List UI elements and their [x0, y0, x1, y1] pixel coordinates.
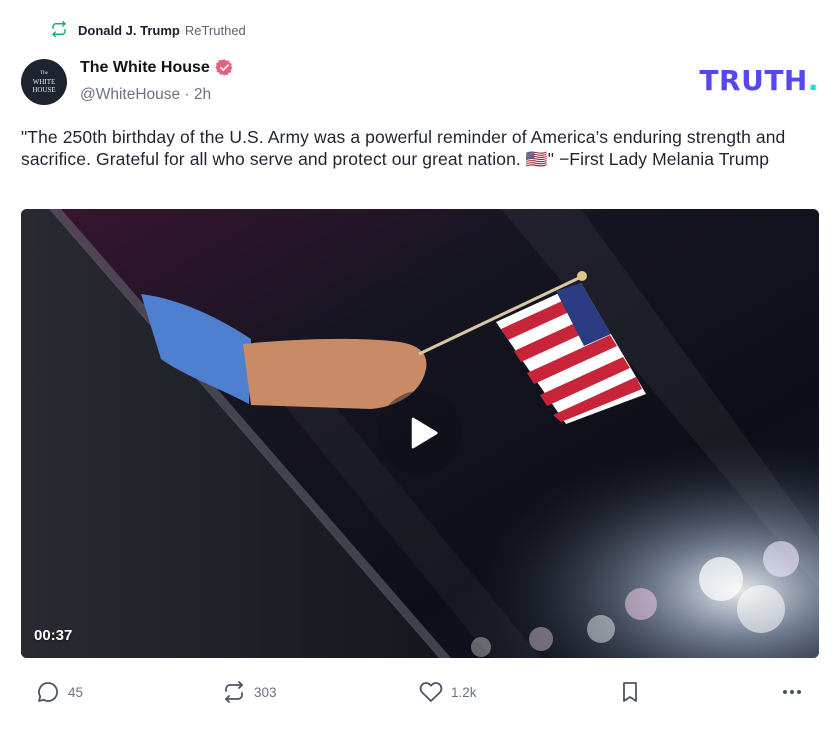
retruth-header: Donald J. Trump ReTruthed — [50, 19, 246, 41]
comment-icon — [38, 682, 58, 702]
play-button[interactable] — [378, 391, 462, 475]
retruth-button[interactable]: 303 — [222, 676, 277, 708]
like-count: 1.2k — [451, 684, 477, 700]
author-handle-time[interactable]: @WhiteHouse · 2h — [80, 86, 211, 104]
more-options-button[interactable] — [780, 676, 804, 708]
avatar-text-line: WHITE — [32, 78, 56, 86]
reply-button[interactable]: 45 — [36, 676, 83, 708]
truth-logo[interactable]: TRUTH. — [699, 64, 819, 97]
video-duration: 00:37 — [34, 627, 73, 644]
retruth-icon — [50, 20, 68, 41]
like-button[interactable]: 1.2k — [419, 676, 477, 708]
avatar-text-line: HOUSE — [32, 86, 56, 94]
retruth-label: ReTruthed — [184, 22, 246, 38]
retruth-icon — [225, 681, 243, 703]
play-icon — [411, 417, 438, 449]
truth-logo-text: TRUTH — [699, 64, 808, 97]
bookmark-icon — [623, 682, 637, 702]
retruth-count: 303 — [254, 684, 277, 700]
post-text: "The 250th birthday of the U.S. Army was… — [21, 127, 786, 169]
retruth-user-link[interactable]: Donald J. Trump — [78, 23, 180, 38]
verified-badge-icon — [215, 58, 234, 77]
author-name[interactable]: The White House — [80, 59, 210, 77]
more-icon — [783, 690, 801, 694]
bookmark-button[interactable] — [618, 676, 642, 708]
heart-icon — [419, 682, 443, 702]
author-name-row[interactable]: The White House — [80, 58, 234, 77]
avatar-text-line: The — [40, 71, 48, 76]
reply-count: 45 — [68, 684, 84, 700]
avatar[interactable]: The WHITE HOUSE — [21, 59, 67, 105]
truth-logo-dot: . — [807, 64, 819, 97]
video-player[interactable]: 00:37 — [21, 209, 819, 658]
post-actions: 45 303 1.2k — [0, 676, 840, 708]
